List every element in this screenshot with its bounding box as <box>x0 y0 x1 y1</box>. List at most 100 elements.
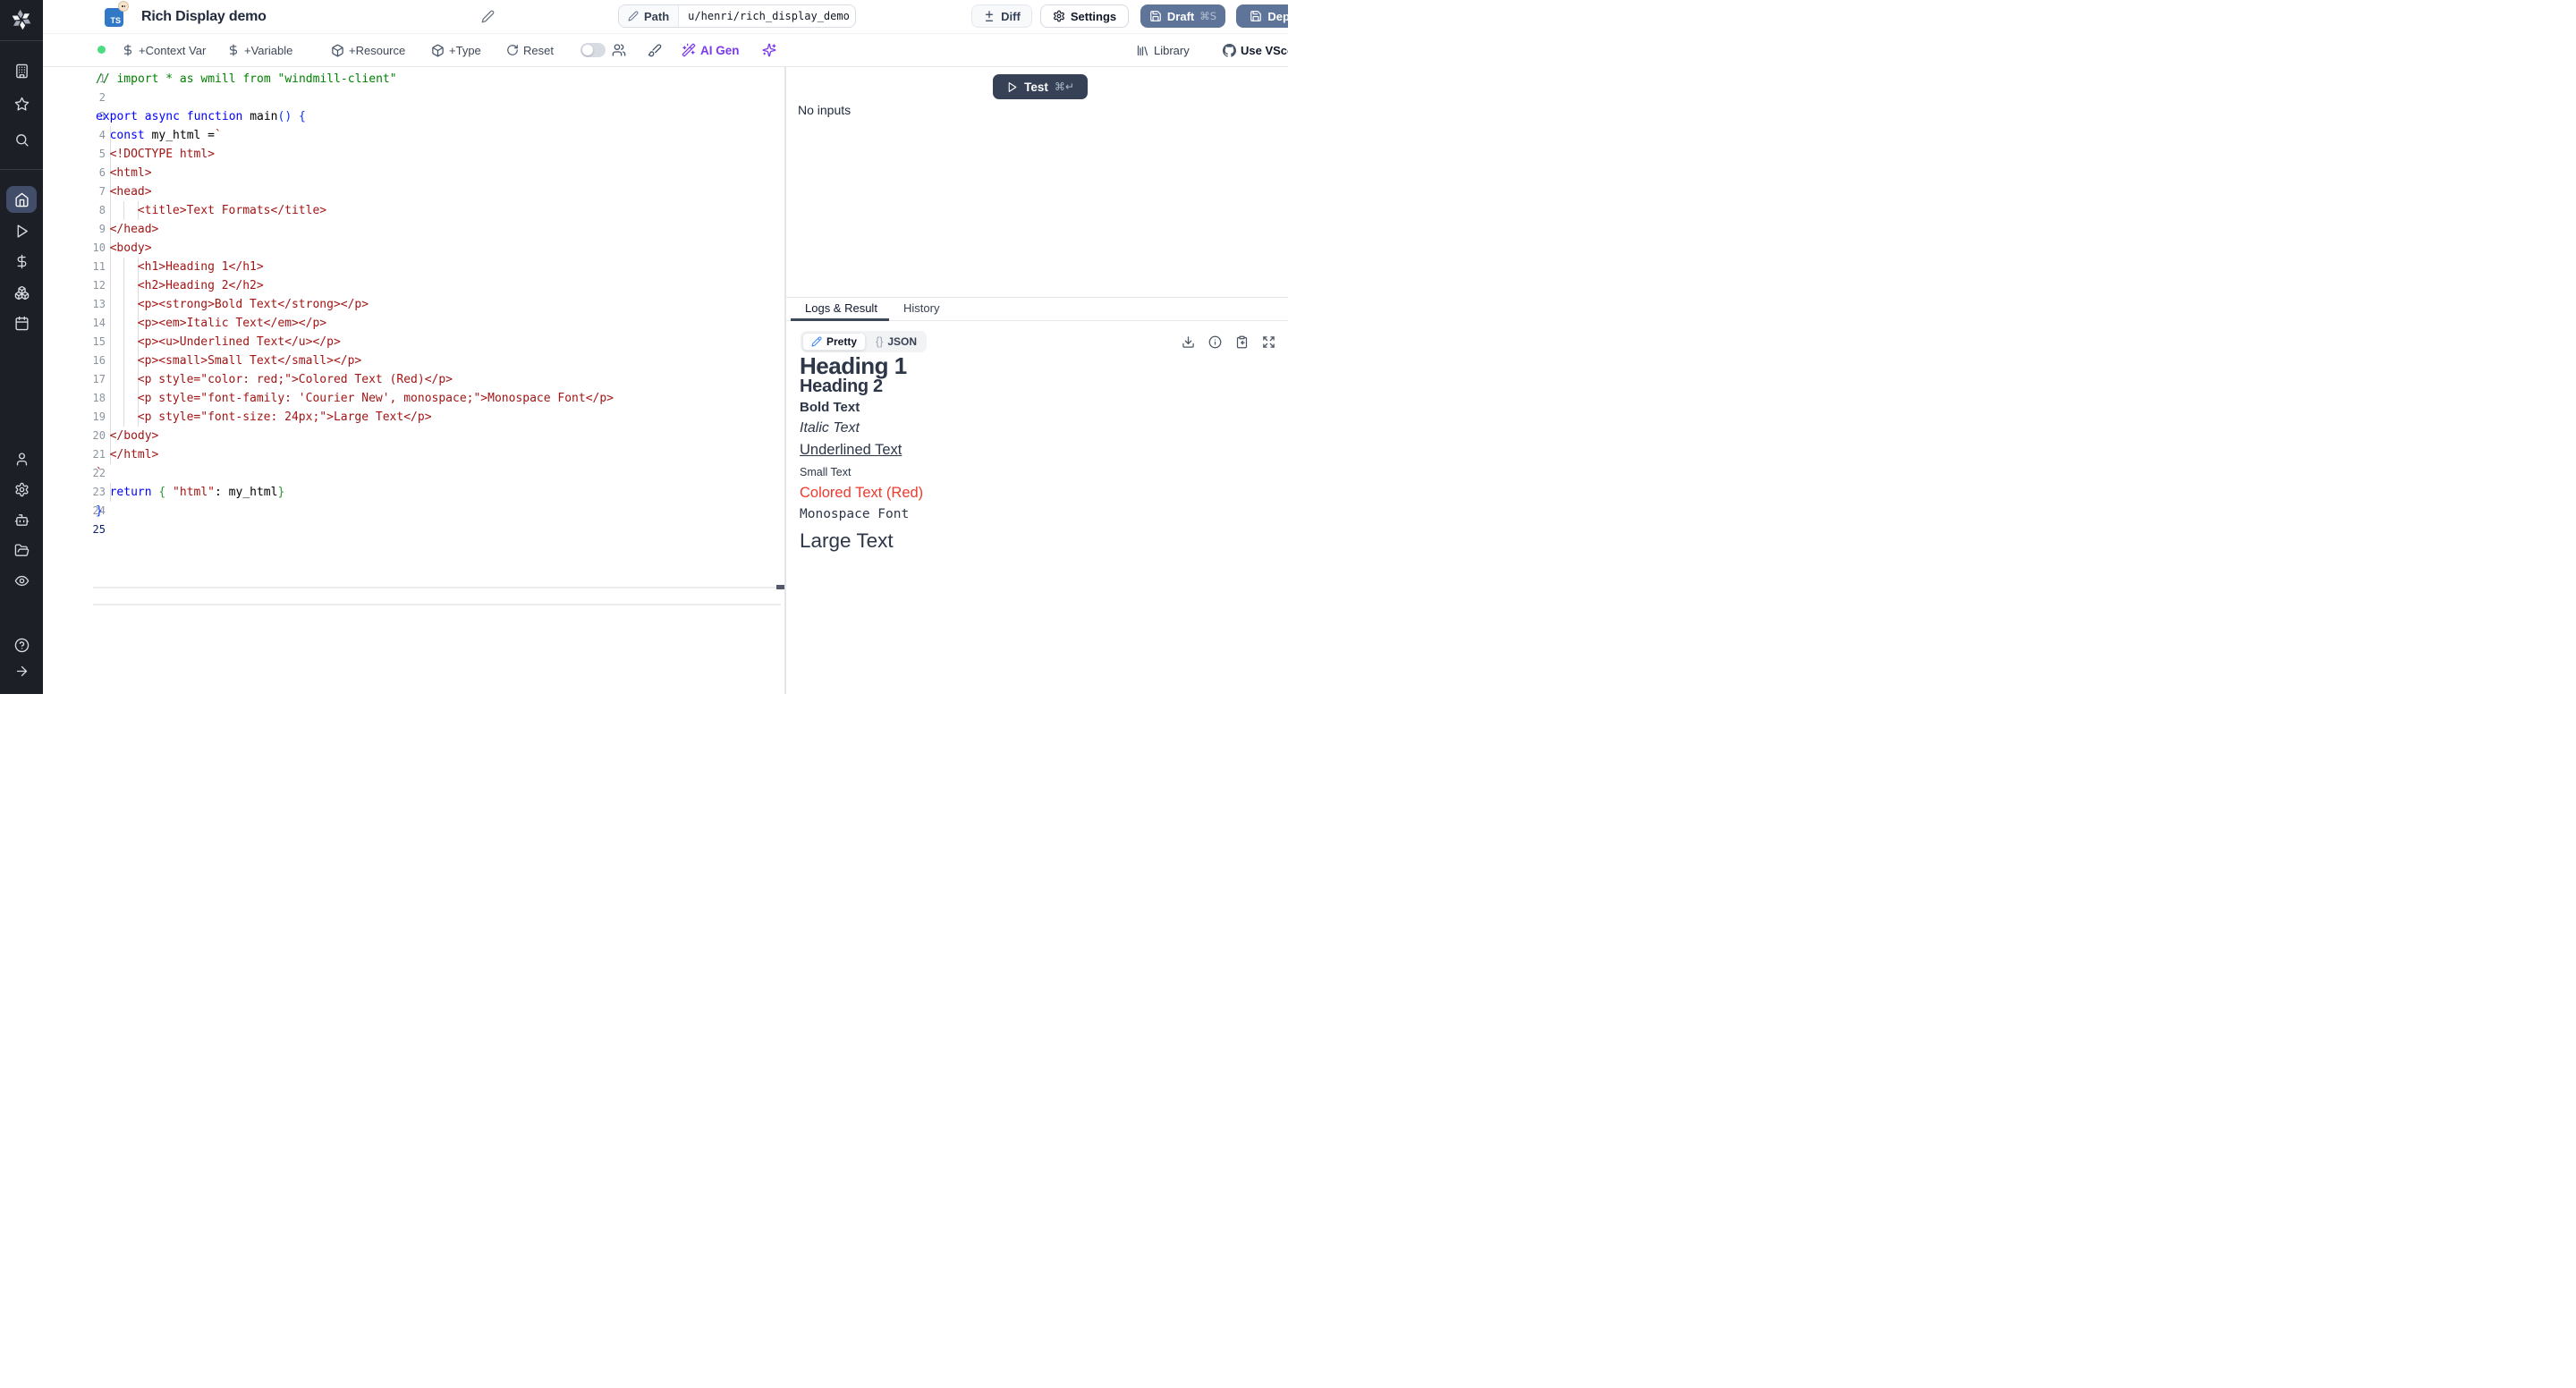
code-line: <!DOCTYPE html> <box>110 145 215 164</box>
code-line: <p style="font-size: 24px;">Large Text</… <box>138 408 432 427</box>
indent-guide <box>123 370 124 389</box>
reset-button[interactable]: Reset <box>506 34 554 66</box>
indent-guide <box>110 333 111 351</box>
save-draft-button[interactable]: Draft ⌘S <box>1140 4 1225 28</box>
sidebar-item-user[interactable] <box>6 445 37 472</box>
path-label-section[interactable]: Path <box>619 5 679 27</box>
indent-guide <box>110 258 111 276</box>
pretty-view-button[interactable]: Pretty <box>802 333 866 351</box>
line-number: 10 <box>43 239 106 258</box>
bot-icon <box>14 512 30 528</box>
expand-icon[interactable] <box>1258 334 1278 350</box>
code-editor[interactable]: 1234567891011121314151617181920212223242… <box>43 67 784 694</box>
sidebar-item-calendar[interactable] <box>6 309 37 336</box>
sidebar-item-arrow-right[interactable] <box>6 657 37 684</box>
path-field[interactable]: Path u/henri/rich_display_demo <box>618 4 856 28</box>
app-window: TS Rich Display demo Path u/henri/rich_d… <box>0 0 1288 694</box>
format-brush-icon[interactable] <box>648 34 662 66</box>
rendered-bold-text: Bold Text <box>800 400 860 415</box>
settings-button[interactable]: Settings <box>1040 4 1129 28</box>
sidebar-item-settings-gear[interactable] <box>6 476 37 503</box>
sparkles-icon[interactable] <box>762 34 776 66</box>
rendered-small-text: Small Text <box>800 466 851 478</box>
line-number: 17 <box>43 370 106 389</box>
indent-guide <box>123 295 124 314</box>
settings-gear-icon <box>14 482 30 497</box>
help-circle-icon <box>14 638 30 653</box>
line-number: 8 <box>43 201 106 220</box>
edit-summary-pencil-icon[interactable] <box>481 10 495 28</box>
library-button[interactable]: Library <box>1136 34 1190 66</box>
magic-wand-icon <box>682 43 696 57</box>
indent-guide <box>123 389 124 408</box>
code-line: <p><strong>Bold Text</strong></p> <box>138 295 369 314</box>
active-tab-underline <box>791 318 889 321</box>
info-circle-icon[interactable] <box>1205 334 1224 350</box>
sidebar-item-play[interactable] <box>6 217 37 244</box>
current-line-highlight <box>93 587 781 605</box>
overview-ruler-cursor-mark <box>776 585 784 589</box>
indent-guide <box>123 408 124 427</box>
deploy-button[interactable]: Deploy <box>1236 4 1288 28</box>
run-panel: Test ⌘↵ No inputs <box>786 67 1288 297</box>
line-number: 20 <box>43 427 106 445</box>
sidebar-item-search[interactable] <box>6 126 37 153</box>
sidebar-item-folder-open[interactable] <box>6 537 37 563</box>
sidebar-item-home[interactable] <box>6 186 37 213</box>
logs-result-panel: Logs & Result History Pretty {} JSON <box>786 298 1288 694</box>
sidebar-item-star[interactable] <box>6 90 37 117</box>
sidebar-divider <box>0 40 43 41</box>
sidebar-item-boxes[interactable] <box>6 279 37 306</box>
dollar-sign-icon <box>14 254 30 269</box>
download-icon[interactable] <box>1178 334 1198 350</box>
sidebar-item-bot[interactable] <box>6 506 37 533</box>
line-number: 19 <box>43 408 106 427</box>
tab-history[interactable]: History <box>903 298 939 321</box>
json-view-button[interactable]: {} JSON <box>868 333 925 351</box>
library-icon <box>1136 44 1149 57</box>
code-line: <p><u>Underlined Text</u></p> <box>138 333 341 351</box>
collaborators-users-icon[interactable] <box>612 34 626 66</box>
indent-guide <box>123 333 124 351</box>
indent-guide <box>123 258 124 276</box>
status-green-dot <box>97 46 106 54</box>
clipboard-copy-icon[interactable] <box>1232 334 1251 350</box>
line-number: 13 <box>43 295 106 314</box>
indent-guide <box>110 351 111 370</box>
sidebar-item-eye[interactable] <box>6 567 37 594</box>
ai-gen-button[interactable]: AI Gen <box>682 34 740 66</box>
rendered-underline-text: Underlined Text <box>800 442 902 459</box>
windmill-logo-icon[interactable] <box>11 9 32 30</box>
sidebar-item-dollar-sign[interactable] <box>6 248 37 275</box>
reset-icon <box>506 44 519 56</box>
code-line: <p><small>Small Text</small></p> <box>138 351 361 370</box>
user-icon <box>14 452 30 467</box>
add-context-var-button[interactable]: +Context Var <box>122 34 206 66</box>
sidebar-item-building[interactable] <box>6 57 37 84</box>
boxes-icon <box>14 285 30 300</box>
use-vscode-button[interactable]: Use VScode <box>1223 34 1288 66</box>
code-line: <h2>Heading 2</h2> <box>138 276 264 295</box>
path-value[interactable]: u/henri/rich_display_demo <box>679 5 856 27</box>
line-number: 7 <box>43 182 106 201</box>
indent-guide <box>110 295 111 314</box>
arrow-right-icon <box>14 664 30 679</box>
code-line: export async function main() { <box>96 107 306 126</box>
sidebar-item-help-circle[interactable] <box>6 631 37 658</box>
diff-button[interactable]: Diff <box>971 4 1032 28</box>
braces-icon: {} <box>876 335 883 348</box>
indent-guide <box>123 276 124 295</box>
diff-mode-toggle[interactable] <box>580 43 606 57</box>
add-variable-button[interactable]: +Variable <box>227 34 292 66</box>
add-type-button[interactable]: +Type <box>431 34 481 66</box>
rendered-large-text: Large Text <box>800 529 894 553</box>
draft-shortcut: ⌘S <box>1199 10 1216 22</box>
page-title: Rich Display demo <box>141 9 267 25</box>
indent-guide <box>110 276 111 295</box>
save-icon <box>1149 10 1162 22</box>
indent-guide <box>123 201 124 220</box>
diff-icon <box>983 10 996 22</box>
test-run-button[interactable]: Test ⌘↵ <box>993 74 1088 99</box>
no-inputs-text: No inputs <box>798 103 851 117</box>
add-resource-button[interactable]: +Resource <box>331 34 405 66</box>
